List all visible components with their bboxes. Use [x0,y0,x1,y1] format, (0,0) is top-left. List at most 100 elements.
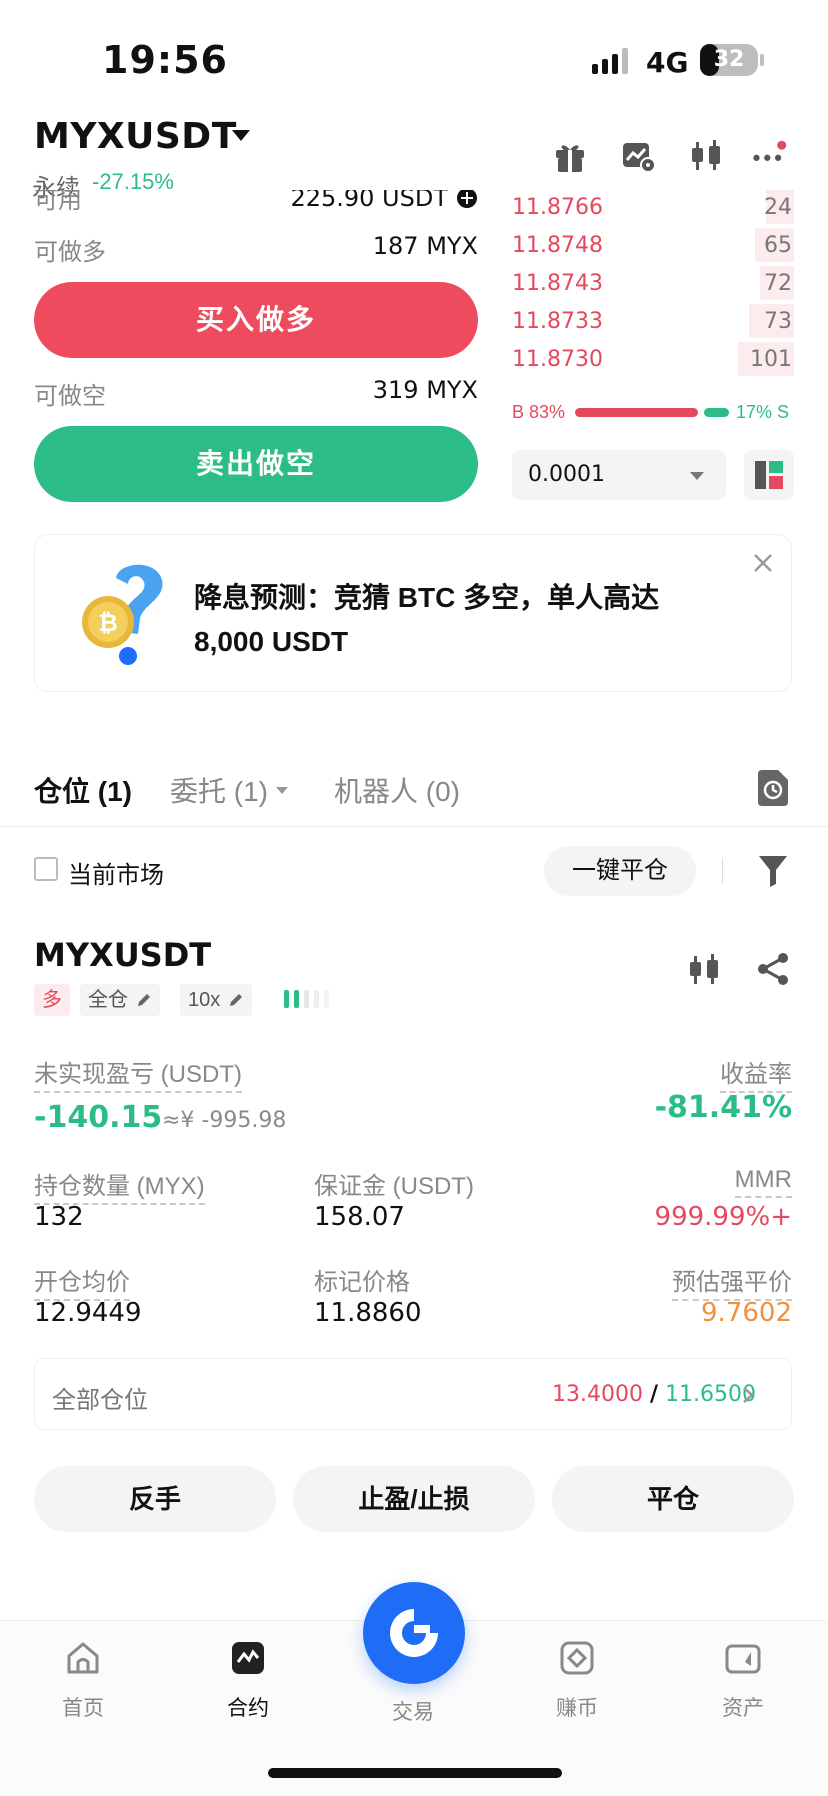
nav-futures[interactable]: 合约 [198,1640,298,1722]
nav-assets-label: 资产 [722,1697,764,1720]
close-all-button[interactable]: 一键平仓 [544,846,696,896]
candlestick-icon[interactable] [688,138,724,174]
current-market-label: 当前市场 [68,862,164,889]
entry-price-value: 12.9449 [34,1298,142,1328]
ask-qty: 101 [750,346,792,372]
unrealized-pnl-value: -140.15 [34,1100,163,1135]
tpsl-prices: 13.4000 / 11.6500 [552,1382,756,1407]
close-position-button[interactable]: 平仓 [552,1466,794,1532]
all-positions-label: 全部仓位 [52,1387,148,1414]
gift-icon[interactable] [552,138,588,174]
ask-row[interactable]: 11.8730 101 [512,340,794,378]
take-profit-price: 13.4000 [551,1382,643,1407]
trade-logo-icon [390,1609,438,1657]
filter-icon[interactable] [758,854,788,888]
can-long-row: 可做多 187 MYX [34,232,478,267]
nav-assets[interactable]: 资产 [693,1640,793,1722]
chart-settings-icon[interactable] [620,138,656,174]
ask-qty: 72 [764,270,792,296]
nav-trade-label: 交易 [392,1701,434,1724]
size-value: 132 [34,1202,84,1232]
nav-home[interactable]: 首页 [33,1640,133,1722]
ask-row[interactable]: 11.8733 73 [512,302,794,340]
ask-price: 11.8748 [512,232,603,258]
share-icon[interactable] [756,952,790,986]
svg-text:₿: ₿ [98,609,118,637]
precision-select[interactable]: 0.0001 [512,450,726,500]
ask-row[interactable]: 11.8748 65 [512,226,794,264]
can-long-value: 187 MYX [372,232,478,260]
earn-icon [560,1641,594,1675]
can-short-value: 319 MYX [372,376,478,404]
unrealized-pnl-label[interactable]: 未实现盈亏 (USDT) [34,1054,242,1093]
network-type: 4G [646,46,689,79]
battery-level: 32 [713,47,745,72]
battery-tip [760,54,764,66]
precision-value: 0.0001 [528,462,605,487]
mmr-label[interactable]: MMR [734,1166,792,1198]
nav-earn[interactable]: 赚币 [527,1640,627,1722]
wallet-icon [725,1644,761,1674]
nav-trade[interactable]: 交易 [363,1696,463,1726]
ask-qty: 73 [764,308,792,334]
tab-divider [0,826,828,827]
btc-question-icon: ₿ [82,564,163,665]
mark-price-value: 11.8860 [314,1298,422,1328]
leverage-badge[interactable]: 10x [180,984,253,1016]
book-layout-icon[interactable] [744,450,794,500]
ask-row[interactable]: 11.8766 24 [512,188,794,226]
trade-button[interactable] [363,1582,465,1684]
available-value: 225.90 USDT [290,190,448,212]
chevron-down-icon[interactable] [232,130,250,141]
current-market-checkbox[interactable] [34,857,58,881]
roi-label[interactable]: 收益率 [720,1054,792,1093]
position-symbol[interactable]: MYXUSDT [34,936,211,974]
buy-ratio-label: B 83% [512,402,566,422]
buy-long-button[interactable]: 买入做多 [34,282,478,358]
transfer-icon[interactable] [456,190,478,209]
chevron-right-icon [743,1387,754,1403]
status-time: 19:56 [102,38,228,82]
mark-price-label: 标记价格 [314,1269,410,1296]
ask-price: 11.8743 [512,270,603,296]
available-label: 可用 [34,190,82,214]
tab-orders[interactable]: 委托 (1) [170,770,289,810]
sell-short-button[interactable]: 卖出做空 [34,426,478,502]
edit-icon [230,994,243,1006]
can-short-row: 可做空 319 MYX [34,376,478,411]
nav-earn-label: 赚币 [556,1697,598,1720]
margin-mode-label: 全仓 [88,989,128,1011]
buy-ratio-bar [575,408,698,417]
more-icon[interactable] [752,138,788,174]
mmr-value: 999.99%+ [654,1202,792,1232]
can-short-label: 可做空 [34,383,106,410]
risk-level-icon [284,990,329,1008]
sell-ratio-bar [704,408,729,417]
ask-row[interactable]: 11.8743 72 [512,264,794,302]
tpsl-button[interactable]: 止盈/止损 [293,1466,535,1532]
chevron-down-icon [690,472,704,480]
margin-value: 158.07 [314,1202,405,1232]
futures-icon [232,1642,264,1674]
pair-title[interactable]: MYXUSDT [34,116,237,157]
size-label[interactable]: 持仓数量 (MYX) [34,1166,205,1205]
margin-mode-badge[interactable]: 全仓 [80,984,160,1016]
tab-positions[interactable]: 仓位 (1) [34,770,132,810]
tab-orders-label: 委托 (1) [170,776,269,807]
ask-qty: 65 [764,232,792,258]
battery-icon: 32 [700,44,758,76]
ask-qty: 24 [764,194,792,220]
close-icon[interactable] [752,552,774,574]
price-separator: / [649,1382,659,1407]
nav-futures-label: 合约 [227,1697,269,1720]
history-icon[interactable] [756,770,788,806]
tab-bots[interactable]: 机器人 (0) [334,770,460,810]
reverse-button[interactable]: 反手 [34,1466,276,1532]
home-indicator [268,1768,562,1778]
entry-price-label[interactable]: 开仓均价 [34,1262,130,1301]
liq-price-label[interactable]: 预估强平价 [672,1262,792,1301]
candlestick-icon[interactable] [686,952,722,988]
roi-value: -81.41% [654,1090,792,1125]
ask-price: 11.8766 [512,194,603,220]
side-badge: 多 [34,984,70,1016]
